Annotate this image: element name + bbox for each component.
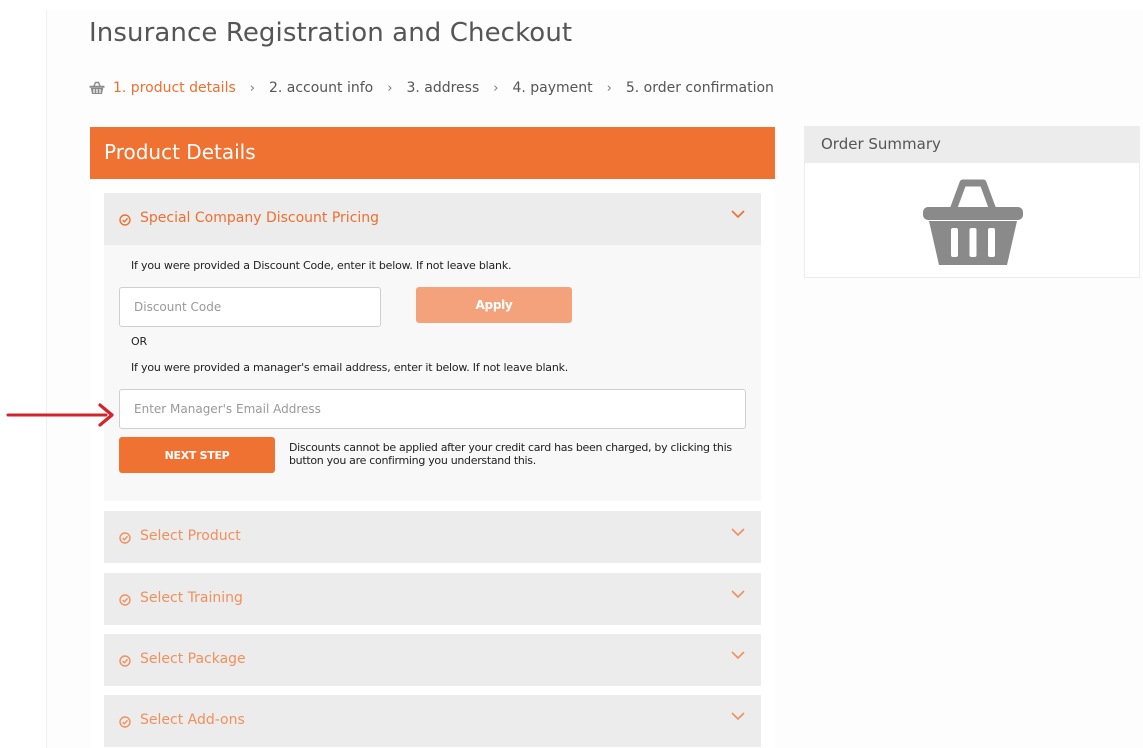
accordion-select-training[interactable]: Select Training xyxy=(104,573,761,625)
accordion-select-package[interactable]: Select Package xyxy=(104,634,761,686)
step-payment[interactable]: 4. payment xyxy=(512,80,592,96)
order-summary-panel: Order Summary xyxy=(804,126,1140,278)
accordion-label: Select Product xyxy=(140,528,241,544)
page: Insurance Registration and Checkout 1. p… xyxy=(0,0,1143,748)
basket-icon xyxy=(923,179,1023,265)
chevron-right-icon: › xyxy=(493,80,499,96)
check-circle-icon xyxy=(119,594,131,606)
chevron-right-icon: › xyxy=(387,80,393,96)
or-label: OR xyxy=(131,335,147,348)
chevron-right-icon: › xyxy=(249,80,255,96)
step-order-confirmation[interactable]: 5. order confirmation xyxy=(626,80,774,96)
next-step-button[interactable]: NEXT STEP xyxy=(119,437,275,473)
accordion-label: Select Package xyxy=(140,651,246,667)
apply-button[interactable]: Apply xyxy=(416,287,572,323)
red-arrow-icon xyxy=(6,403,114,427)
step-account-info[interactable]: 2. account info xyxy=(269,80,373,96)
manager-email-input[interactable] xyxy=(119,389,746,429)
accordion-select-add-ons[interactable]: Select Add-ons xyxy=(104,695,761,747)
chevron-down-icon[interactable] xyxy=(730,649,746,661)
discount-pricing-body: If you were provided a Discount Code, en… xyxy=(104,245,761,501)
accordion-label: Special Company Discount Pricing xyxy=(140,210,380,226)
product-details-panel: Product Details Special Company Discount… xyxy=(90,127,775,748)
product-details-title: Product Details xyxy=(104,140,256,164)
check-circle-icon xyxy=(119,655,131,667)
chevron-right-icon: › xyxy=(606,80,612,96)
check-circle-icon xyxy=(119,716,131,728)
manager-email-hint: If you were provided a manager's email a… xyxy=(131,361,569,374)
chevron-down-icon[interactable] xyxy=(730,588,746,600)
chevron-down-icon[interactable] xyxy=(730,208,746,220)
check-circle-icon xyxy=(119,214,131,226)
accordion-label: Select Add-ons xyxy=(140,712,245,728)
checkout-steps-breadcrumb: 1. product details › 2. account info › 3… xyxy=(89,78,774,98)
accordion-label: Select Training xyxy=(140,590,243,606)
check-circle-icon xyxy=(119,532,131,544)
step-address[interactable]: 3. address xyxy=(406,80,479,96)
order-summary-title: Order Summary xyxy=(821,135,941,153)
discount-disclaimer: Discounts cannot be applied after your c… xyxy=(289,441,732,467)
order-summary-header: Order Summary xyxy=(805,127,1139,163)
accordion-select-product[interactable]: Select Product xyxy=(104,511,761,563)
chevron-down-icon[interactable] xyxy=(730,526,746,538)
discount-code-input[interactable] xyxy=(119,287,381,327)
product-details-header: Product Details xyxy=(90,127,775,179)
chevron-down-icon[interactable] xyxy=(730,710,746,722)
accordion-discount-pricing[interactable]: Special Company Discount Pricing xyxy=(104,193,761,245)
step-product-details[interactable]: 1. product details xyxy=(113,80,236,96)
discount-code-hint: If you were provided a Discount Code, en… xyxy=(131,259,512,272)
basket-icon xyxy=(89,81,105,94)
page-title: Insurance Registration and Checkout xyxy=(89,18,573,48)
